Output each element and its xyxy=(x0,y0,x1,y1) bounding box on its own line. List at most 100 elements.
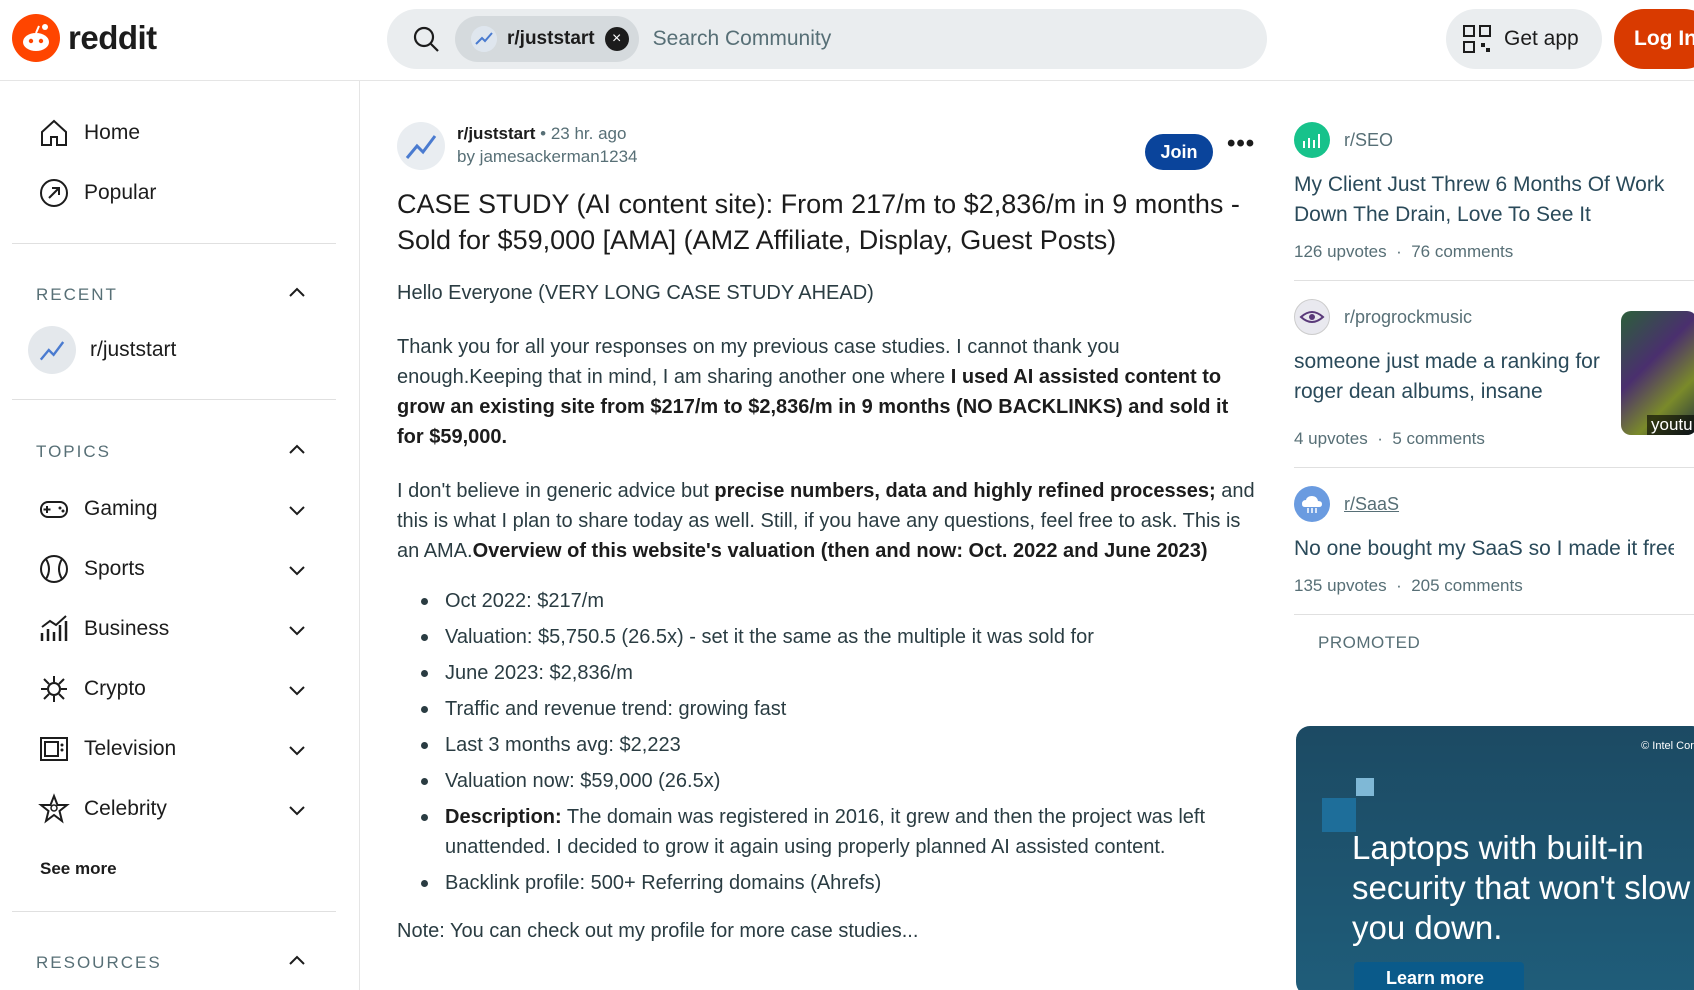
divider xyxy=(12,243,336,244)
post-title[interactable]: CASE STUDY (AI content site): From 217/m… xyxy=(397,186,1257,258)
reddit-snoo-icon xyxy=(12,14,60,62)
ad-decoration xyxy=(1356,778,1374,796)
see-more-link[interactable]: See more xyxy=(40,859,117,879)
home-icon xyxy=(41,119,67,146)
chip-close-icon[interactable]: × xyxy=(604,27,629,51)
sidebar-item-home[interactable]: Home xyxy=(38,117,140,149)
card-stats: 4 upvotes · 5 comments xyxy=(1294,429,1614,449)
post-paragraph: Thank you for all your responses on my p… xyxy=(397,332,1257,452)
topic-label: Celebrity xyxy=(84,797,167,820)
topic-celebrity[interactable]: Celebrity xyxy=(38,793,167,825)
list-item: Valuation: $5,750.5 (26.5x) - set it the… xyxy=(421,622,1257,652)
chevron-up-icon[interactable] xyxy=(286,949,308,971)
resources-section-title: RESOURCES xyxy=(36,953,162,972)
comment-count: 205 comments xyxy=(1411,576,1523,595)
community-filter-chip[interactable]: r/juststart × xyxy=(455,16,639,62)
card-title[interactable]: No one bought my SaaS so I made it free … xyxy=(1294,534,1674,564)
post-author[interactable]: by jamesackerman1234 xyxy=(457,145,637,168)
search-bar[interactable]: r/juststart × Search Community xyxy=(387,9,1267,69)
bold-span: precise numbers, data and highly refined… xyxy=(714,480,1216,502)
list-item: Oct 2022: $217/m xyxy=(421,586,1257,616)
right-sidebar: r/SEO My Client Just Threw 6 Months Of W… xyxy=(1294,122,1694,990)
comment-count: 76 comments xyxy=(1411,242,1514,261)
stat-separator: · xyxy=(1377,429,1383,448)
divider xyxy=(1294,467,1694,468)
celebrity-star-icon xyxy=(38,793,70,824)
chevron-up-icon[interactable] xyxy=(286,281,308,303)
chip-label: r/juststart xyxy=(507,28,595,49)
chevron-down-icon[interactable] xyxy=(286,679,308,701)
card-title[interactable]: someone just made a ranking for roger de… xyxy=(1294,347,1614,407)
ad-learn-more-button[interactable]: Learn more xyxy=(1354,962,1524,990)
subreddit-avatar-icon xyxy=(28,326,76,374)
topic-gaming[interactable]: Gaming xyxy=(38,493,158,525)
post-intro: Hello Everyone (VERY LONG CASE STUDY AHE… xyxy=(397,282,874,304)
topic-television[interactable]: Television xyxy=(38,733,176,765)
recent-item-juststart[interactable]: r/juststart xyxy=(28,326,176,374)
subreddit-avatar-icon[interactable] xyxy=(397,122,445,170)
card-subreddit-label: r/SEO xyxy=(1344,129,1394,150)
search-icon xyxy=(413,26,439,52)
post: r/juststart • 23 hr. ago by jamesackerma… xyxy=(397,122,1257,970)
related-post-card[interactable]: r/SaaS No one bought my SaaS so I made i… xyxy=(1294,486,1694,596)
list-item: June 2023: $2,836/m xyxy=(421,658,1257,688)
post-subreddit-link[interactable]: r/juststart xyxy=(457,124,535,143)
promoted-label: PROMOTED xyxy=(1318,633,1421,652)
chevron-down-icon[interactable] xyxy=(286,499,308,521)
topic-business[interactable]: Business xyxy=(38,613,169,645)
post-note: Note: You can check out my profile for m… xyxy=(397,920,919,942)
card-subreddit[interactable]: r/SaaS xyxy=(1294,486,1694,522)
login-label: Log In xyxy=(1634,27,1694,50)
list-item: Valuation now: $59,000 (26.5x) xyxy=(421,766,1257,796)
television-icon xyxy=(40,737,68,761)
topic-crypto[interactable]: Crypto xyxy=(38,673,146,705)
gamepad-icon xyxy=(40,501,68,518)
promoted-ad[interactable]: © Intel Corp Laptops with built-in secur… xyxy=(1296,726,1694,990)
chevron-down-icon[interactable] xyxy=(286,559,308,581)
sidebar-item-label: Home xyxy=(84,121,141,144)
chevron-down-icon[interactable] xyxy=(286,739,308,761)
post-meta: r/juststart • 23 hr. ago by jamesackerma… xyxy=(397,122,1257,182)
topic-label: Sports xyxy=(84,557,145,580)
recent-section-title: RECENT xyxy=(36,285,118,304)
list-item: Backlink profile: 500+ Referring domains… xyxy=(421,868,1257,898)
post-thumbnail[interactable]: youtu xyxy=(1621,311,1694,435)
list-item: Traffic and revenue trend: growing fast xyxy=(421,694,1257,724)
sports-icon xyxy=(40,555,68,583)
upvote-count: 135 upvotes xyxy=(1294,576,1387,595)
progrock-avatar-icon xyxy=(1294,299,1330,335)
divider xyxy=(1294,614,1694,615)
join-button[interactable]: Join xyxy=(1145,134,1213,170)
list-item: Last 3 months avg: $2,223 xyxy=(421,730,1257,760)
card-subreddit[interactable]: r/SEO xyxy=(1294,122,1694,158)
sidebar-item-popular[interactable]: Popular xyxy=(38,177,156,209)
ad-headline: Laptops with built-in security that won'… xyxy=(1352,829,1691,946)
chevron-down-icon[interactable] xyxy=(286,619,308,641)
card-title[interactable]: My Client Just Threw 6 Months Of Work Do… xyxy=(1294,170,1694,230)
topic-sports[interactable]: Sports xyxy=(38,553,145,585)
search-input[interactable]: Search Community xyxy=(653,27,832,51)
card-subreddit[interactable]: r/progrockmusic xyxy=(1294,299,1614,335)
related-post-card[interactable]: r/progrockmusic someone just made a rank… xyxy=(1294,299,1614,449)
bold-span: Overview of this website's valuation (th… xyxy=(472,540,1208,562)
related-post-card[interactable]: r/SEO My Client Just Threw 6 Months Of W… xyxy=(1294,122,1694,262)
more-options-icon[interactable]: ••• xyxy=(1227,130,1255,158)
post-body: Hello Everyone (VERY LONG CASE STUDY AHE… xyxy=(397,278,1257,946)
chevron-up-icon[interactable] xyxy=(286,438,308,460)
business-chart-icon xyxy=(40,615,68,641)
card-stats: 126 upvotes · 76 comments xyxy=(1294,242,1694,262)
saas-cloud-icon xyxy=(1294,486,1330,522)
chevron-down-icon[interactable] xyxy=(286,799,308,821)
left-sidebar: Home Popular RECENT r/juststart TOPICS G… xyxy=(0,81,360,990)
divider xyxy=(12,911,336,912)
sidebar-item-label: Popular xyxy=(84,181,157,204)
seo-chart-icon xyxy=(1294,122,1330,158)
post-bullet-list: Oct 2022: $217/m Valuation: $5,750.5 (26… xyxy=(421,586,1257,898)
login-button[interactable]: Log In xyxy=(1614,9,1694,69)
get-app-button[interactable]: Get app xyxy=(1446,9,1602,69)
stat-separator: · xyxy=(1396,576,1402,595)
upvote-count: 126 upvotes xyxy=(1294,242,1387,261)
ad-brand: © Intel Corp xyxy=(1641,740,1694,752)
recent-item-label: r/juststart xyxy=(90,338,177,361)
reddit-logo[interactable]: reddit xyxy=(12,14,157,62)
